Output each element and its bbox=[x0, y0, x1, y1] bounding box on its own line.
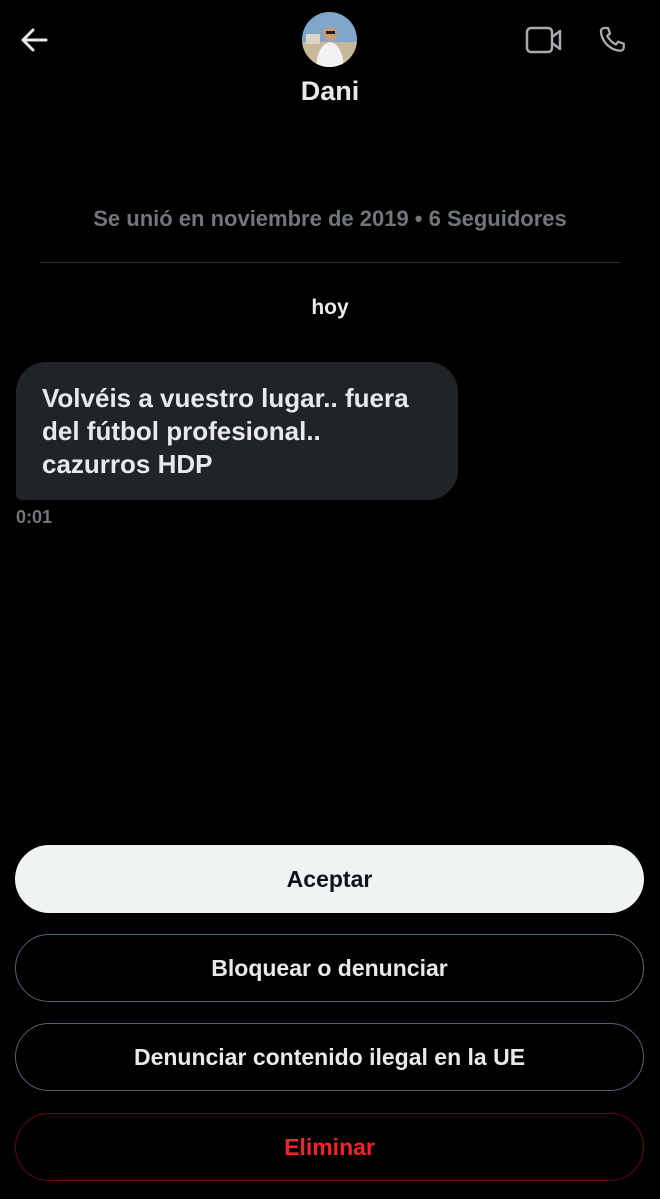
report-illegal-content-button[interactable]: Denunciar contenido ilegal en la UE bbox=[15, 1023, 644, 1091]
profile-info: Se unió en noviembre de 2019 • 6 Seguido… bbox=[93, 206, 567, 231]
back-button[interactable] bbox=[14, 20, 54, 60]
accept-button[interactable]: Aceptar bbox=[15, 845, 644, 913]
delete-button[interactable]: Eliminar bbox=[15, 1113, 644, 1181]
voice-call-button[interactable] bbox=[590, 20, 634, 60]
message-bubble[interactable]: Volvéis a vuestro lugar.. fuera del fútb… bbox=[16, 362, 458, 500]
video-camera-icon bbox=[525, 26, 562, 54]
message-timestamp: 0:01 bbox=[16, 507, 53, 527]
block-or-report-button[interactable]: Bloquear o denunciar bbox=[15, 934, 644, 1002]
divider bbox=[40, 262, 620, 263]
day-separator: hoy bbox=[311, 296, 349, 319]
phone-icon bbox=[599, 26, 625, 52]
contact-name: Dani bbox=[300, 76, 360, 106]
arrow-left-icon bbox=[21, 28, 48, 52]
dm-request-screen: Dani Se unió en noviembre de 2019 • 6 Se… bbox=[0, 0, 660, 1199]
video-call-button[interactable] bbox=[522, 20, 566, 60]
avatar[interactable] bbox=[302, 12, 357, 67]
